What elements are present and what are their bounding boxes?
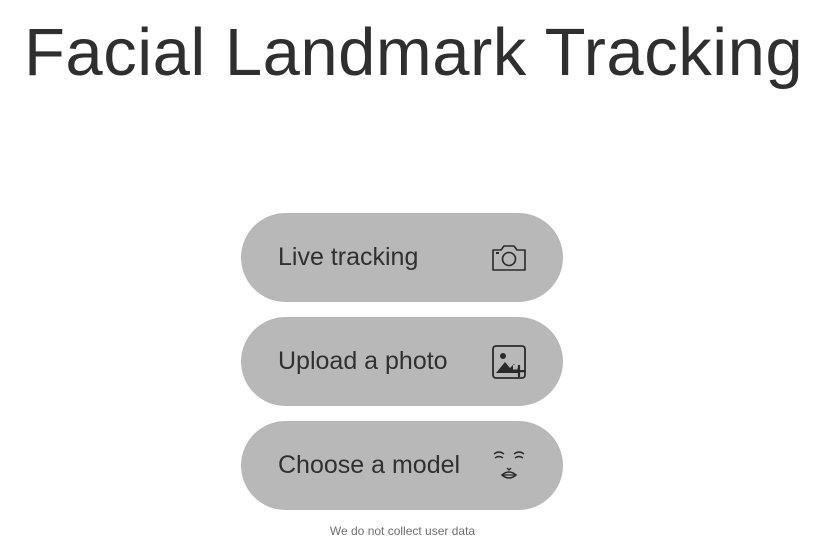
page: Facial Landmark Tracking Live tracking U…: [0, 0, 822, 551]
main-menu: Live tracking Upload a photo Choose a mo…: [241, 213, 563, 525]
camera-icon: [491, 240, 527, 276]
live-tracking-button[interactable]: Live tracking: [241, 213, 563, 302]
add-photo-icon: [491, 344, 527, 380]
choose-model-button[interactable]: Choose a model: [241, 421, 563, 510]
face-icon: [491, 448, 527, 484]
upload-photo-button[interactable]: Upload a photo: [241, 317, 563, 406]
choose-model-label: Choose a model: [278, 451, 461, 479]
live-tracking-label: Live tracking: [278, 243, 419, 271]
page-title: Facial Landmark Tracking: [24, 15, 804, 90]
upload-photo-label: Upload a photo: [278, 347, 448, 375]
privacy-note: We do not collect user data: [329, 524, 476, 538]
